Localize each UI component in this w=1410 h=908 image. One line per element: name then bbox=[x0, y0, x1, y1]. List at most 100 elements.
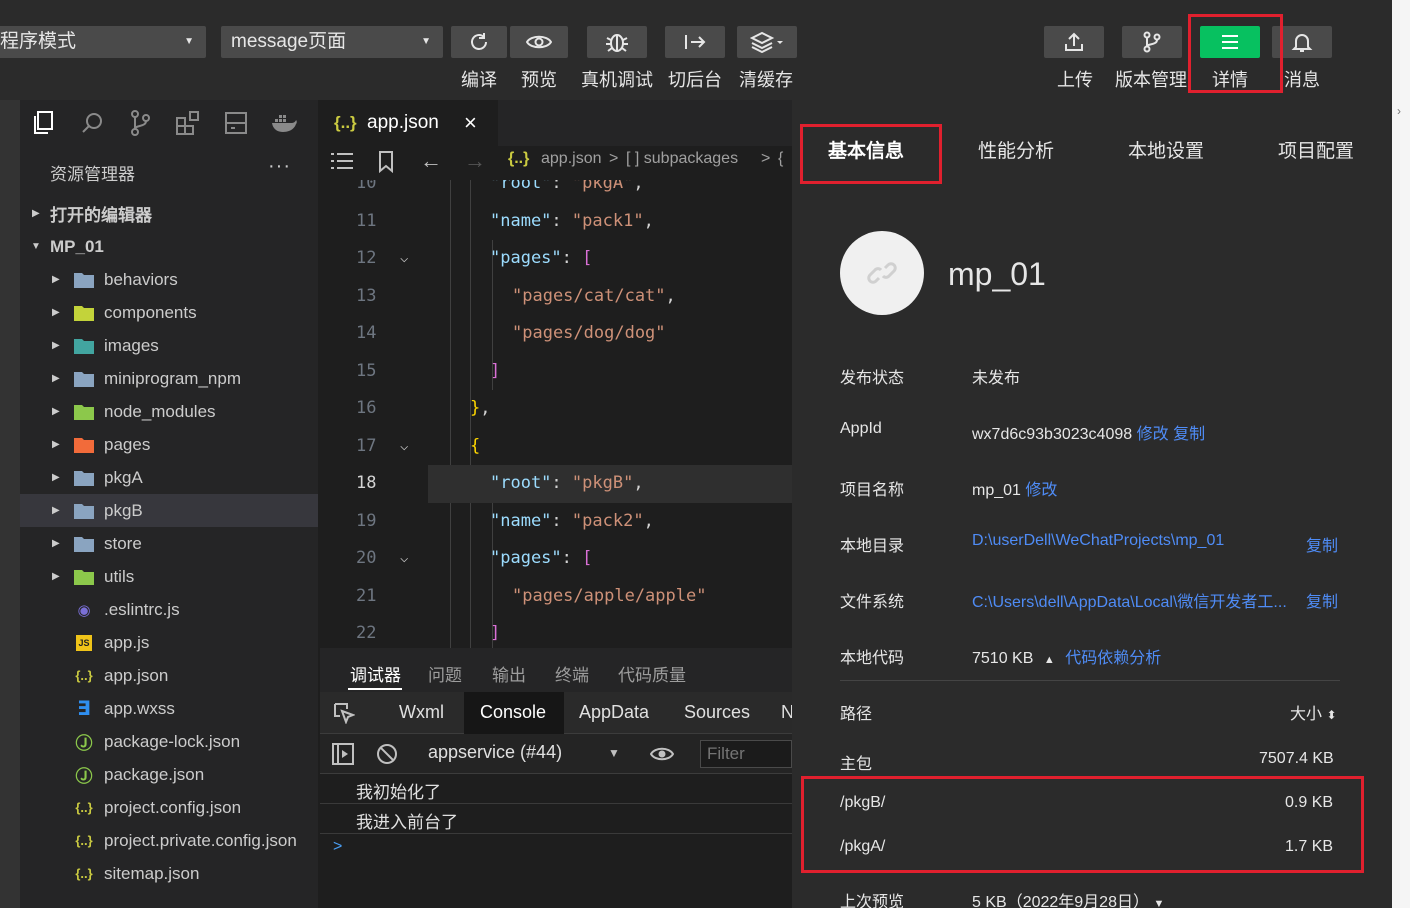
close-icon[interactable]: × bbox=[464, 110, 477, 136]
tab-terminal[interactable]: 终端 bbox=[555, 661, 589, 686]
extensions-icon[interactable] bbox=[164, 100, 212, 146]
explorer-item[interactable]: ▶ behaviors bbox=[20, 263, 318, 296]
eye-icon[interactable] bbox=[649, 745, 675, 768]
file-system-link[interactable]: C:\Users\dell\AppData\Local\微信开发者工... bbox=[972, 588, 1287, 612]
storage-icon[interactable] bbox=[212, 100, 260, 146]
context-select[interactable]: appservice (#44) bbox=[428, 742, 562, 763]
local-dir-link[interactable]: D:\userDell\WeChatProjects\mp_01 bbox=[972, 532, 1224, 550]
open-editors-section[interactable]: ▶ 打开的编辑器 bbox=[20, 197, 318, 230]
tab-basic-info[interactable]: 基本信息 bbox=[828, 136, 904, 163]
breadcrumb-node[interactable]: [ ] subpackages bbox=[626, 150, 738, 168]
mode-select[interactable]: 程序模式 ▼ bbox=[0, 26, 206, 58]
code-line[interactable]: 16}, bbox=[320, 390, 792, 428]
size-header[interactable]: 大小 ⬍ bbox=[1290, 700, 1337, 724]
background-button[interactable] bbox=[665, 26, 725, 58]
tab-local-settings[interactable]: 本地设置 bbox=[1128, 136, 1204, 163]
tab-code-quality[interactable]: 代码质量 bbox=[618, 661, 686, 686]
explorer-item[interactable]: ◉ .eslintrc.js bbox=[20, 593, 318, 626]
project-section[interactable]: ▼ MP_01 bbox=[20, 230, 318, 263]
tab-console[interactable]: Console bbox=[480, 702, 546, 723]
tab-problems[interactable]: 问题 bbox=[428, 661, 462, 686]
explorer-item[interactable]: ∃ app.wxss bbox=[20, 692, 318, 725]
code-line[interactable]: 13 "pages/cat/cat", bbox=[320, 278, 792, 316]
code-line[interactable]: 20 ⌵ "pages": [ bbox=[320, 540, 792, 578]
clear-cache-button[interactable] bbox=[737, 26, 797, 58]
explorer-item[interactable]: ▶ pages bbox=[20, 428, 318, 461]
filter-input[interactable] bbox=[700, 740, 792, 768]
explorer-item[interactable]: {..} app.json bbox=[20, 659, 318, 692]
upload-label: 上传 bbox=[1057, 70, 1093, 90]
remote-debug-button[interactable] bbox=[587, 26, 647, 58]
explorer-item[interactable]: JS app.js bbox=[20, 626, 318, 659]
explorer-item[interactable]: Ⓙpackage-lock.json bbox=[20, 725, 318, 758]
explorer-item[interactable]: {..} sitemap.json bbox=[20, 857, 318, 890]
preview-button[interactable] bbox=[510, 26, 568, 58]
explorer-item[interactable]: {..} project.config.json bbox=[20, 791, 318, 824]
window-scrollbar[interactable]: › bbox=[1392, 0, 1410, 908]
clear-console-icon[interactable] bbox=[376, 743, 398, 770]
explorer-item[interactable]: ▶ components bbox=[20, 296, 318, 329]
breadcrumb-file[interactable]: app.json bbox=[541, 150, 602, 168]
source-control-icon[interactable] bbox=[116, 100, 164, 146]
list-icon[interactable] bbox=[330, 152, 354, 175]
tab-debugger[interactable]: 调试器 bbox=[350, 661, 401, 686]
explorer-item[interactable]: Ⓙpackage.json bbox=[20, 758, 318, 791]
tab-app-json[interactable]: {..} app.json × bbox=[320, 100, 498, 146]
local-dir-copy-link[interactable]: 复制 bbox=[1306, 532, 1338, 556]
more-icon[interactable]: ··· bbox=[268, 155, 291, 178]
tab-sources[interactable]: Sources bbox=[684, 702, 750, 723]
tab-performance[interactable]: 性能分析 bbox=[978, 136, 1054, 163]
code-line[interactable]: 12 ⌵ "pages": [ bbox=[320, 240, 792, 278]
details-button[interactable] bbox=[1200, 26, 1260, 58]
tab-output[interactable]: 输出 bbox=[492, 661, 526, 686]
forward-arrow-icon[interactable]: → bbox=[464, 148, 486, 174]
inspect-icon[interactable] bbox=[333, 702, 356, 729]
chevron-up-icon[interactable]: ▲ bbox=[1044, 654, 1055, 666]
explorer-item[interactable]: ▶ utils bbox=[20, 560, 318, 593]
chevron-down-icon[interactable]: ▼ bbox=[1153, 898, 1164, 908]
bookmark-icon[interactable] bbox=[378, 151, 394, 178]
explorer-item[interactable]: ▶ node_modules bbox=[20, 395, 318, 428]
code-line[interactable]: 10 "root": "pkgA", bbox=[320, 180, 792, 203]
code-line[interactable]: 19 "name": "pack2", bbox=[320, 503, 792, 541]
explorer-item[interactable]: {..} project.private.config.json bbox=[20, 824, 318, 857]
explorer-item[interactable]: ▶ images bbox=[20, 329, 318, 362]
code-line[interactable]: 11 "name": "pack1", bbox=[320, 203, 792, 241]
deps-analysis-link[interactable]: 代码依赖分析 bbox=[1065, 650, 1161, 667]
console-prompt[interactable]: > bbox=[333, 838, 342, 856]
back-arrow-icon[interactable]: ← bbox=[420, 148, 442, 174]
docker-icon[interactable] bbox=[260, 100, 308, 146]
fold-chevron-icon[interactable]: ⌵ bbox=[400, 540, 408, 578]
code-line[interactable]: 22] bbox=[320, 615, 792, 648]
page-select[interactable]: message页面 ▼ bbox=[221, 26, 443, 58]
compile-button[interactable] bbox=[451, 26, 507, 58]
fold-chevron-icon[interactable]: ⌵ bbox=[400, 428, 408, 466]
explorer-item[interactable]: ▶ pkgA bbox=[20, 461, 318, 494]
code-line[interactable]: 17 ⌵{ bbox=[320, 428, 792, 466]
project-name-modify-link[interactable]: 修改 bbox=[1025, 482, 1057, 499]
files-icon[interactable] bbox=[20, 100, 68, 146]
upload-button[interactable] bbox=[1044, 26, 1104, 58]
explorer-item[interactable]: ▶ pkgB bbox=[20, 494, 318, 527]
version-button[interactable] bbox=[1122, 26, 1182, 58]
code-line[interactable]: 18 "root": "pkgB", bbox=[356, 465, 792, 503]
tab-project-config[interactable]: 项目配置 bbox=[1278, 136, 1354, 163]
appid-modify-link[interactable]: 修改 bbox=[1137, 426, 1169, 443]
sidebar-toggle-icon[interactable] bbox=[332, 743, 354, 770]
sort-icon: ⬍ bbox=[1326, 708, 1337, 722]
search-icon[interactable] bbox=[68, 100, 116, 146]
code-line[interactable]: 15] bbox=[320, 353, 792, 391]
appid-copy-link[interactable]: 复制 bbox=[1173, 426, 1205, 443]
explorer-item[interactable]: ▶ store bbox=[20, 527, 318, 560]
code-line[interactable]: 14 "pages/dog/dog" bbox=[320, 315, 792, 353]
code-area[interactable]: 10 "root": "pkgA", 11 "name": "pack1", 12 ⌵ "p… bbox=[320, 180, 792, 648]
appid-text: wx7d6c93b3023c4098 bbox=[972, 426, 1133, 443]
messages-button[interactable] bbox=[1272, 26, 1332, 58]
breadcrumb-tail[interactable]: { bbox=[778, 150, 783, 168]
explorer-item[interactable]: ▶ miniprogram_npm bbox=[20, 362, 318, 395]
code-line[interactable]: 21 "pages/apple/apple" bbox=[320, 578, 792, 616]
file-system-copy-link[interactable]: 复制 bbox=[1306, 588, 1338, 612]
tab-appdata[interactable]: AppData bbox=[579, 702, 649, 723]
tab-wxml[interactable]: Wxml bbox=[399, 702, 444, 723]
fold-chevron-icon[interactable]: ⌵ bbox=[400, 240, 408, 278]
